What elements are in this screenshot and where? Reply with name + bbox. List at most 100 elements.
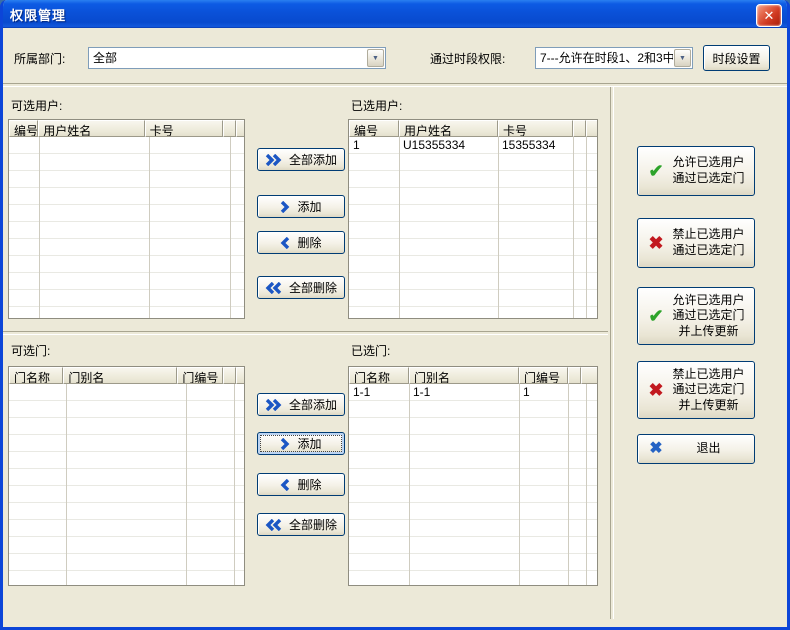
department-combobox[interactable]: 全部 ▼ xyxy=(88,47,386,69)
allow-users-upload-label: 允许已选用户通过已选定门 并上传更新 xyxy=(667,293,750,340)
allow-users-label: 允许已选用户通过已选定门 xyxy=(667,155,750,186)
permission-management-window: 权限管理 ✕ 所属部门: 全部 ▼ 通过时段权限: 7---允许在时段1、2和3… xyxy=(0,0,790,630)
add-label: 添加 xyxy=(297,435,321,452)
users-remove-all-button[interactable]: 全部删除 xyxy=(257,276,345,299)
column-header-filler xyxy=(581,367,597,384)
column-header[interactable]: 卡号 xyxy=(145,120,223,137)
available-doors-table[interactable]: 门名称 门别名 门编号 xyxy=(8,366,245,586)
column-header-filler xyxy=(236,120,244,137)
chevron-right-icon xyxy=(280,438,290,450)
top-divider xyxy=(3,83,787,87)
chevron-down-icon: ▼ xyxy=(372,55,379,62)
chevron-down-icon: ▼ xyxy=(679,55,686,62)
department-value: 全部 xyxy=(89,48,366,68)
table-body[interactable] xyxy=(9,137,244,318)
doors-add-all-button[interactable]: 全部添加 xyxy=(257,393,345,416)
column-header[interactable]: 门名称 xyxy=(9,367,63,384)
users-add-button[interactable]: 添加 xyxy=(257,195,345,218)
column-header[interactable]: 门别名 xyxy=(409,367,519,384)
remove-label: 删除 xyxy=(297,234,321,251)
column-header[interactable] xyxy=(223,367,236,384)
double-chevron-left-icon xyxy=(265,282,282,294)
column-header-filler xyxy=(236,367,244,384)
cross-icon: ✖ xyxy=(645,441,667,457)
exit-button[interactable]: ✖ 退出 xyxy=(637,434,755,464)
door-alias-cell: 1-1 xyxy=(409,384,519,401)
table-header[interactable]: 门名称 门别名 门编号 xyxy=(9,367,244,384)
chevron-left-icon xyxy=(280,237,290,249)
right-panel-divider xyxy=(610,87,614,619)
table-header[interactable]: 门名称 门别名 门编号 xyxy=(349,367,597,384)
sections-divider xyxy=(3,331,608,335)
close-button[interactable]: ✕ xyxy=(756,4,782,27)
table-header[interactable]: 编号 用户姓名 卡号 xyxy=(349,120,597,137)
cross-icon: ✖ xyxy=(645,234,667,252)
add-all-label: 全部添加 xyxy=(289,151,337,168)
cross-icon: ✖ xyxy=(645,381,667,399)
column-header[interactable]: 编号 xyxy=(9,120,38,137)
doors-add-button[interactable]: 添加 xyxy=(257,432,345,455)
allow-users-upload-button[interactable]: ✔ 允许已选用户通过已选定门 并上传更新 xyxy=(637,287,755,345)
close-icon: ✕ xyxy=(764,8,775,24)
available-users-label: 可选用户: xyxy=(11,97,62,114)
period-dropdown-button[interactable]: ▼ xyxy=(674,49,691,67)
period-settings-button[interactable]: 时段设置 xyxy=(703,45,770,71)
chevron-left-icon xyxy=(280,479,290,491)
column-header-filler xyxy=(586,120,597,137)
column-header[interactable] xyxy=(223,120,236,137)
remove-all-label: 全部删除 xyxy=(289,516,337,533)
available-users-table[interactable]: 编号 用户姓名 卡号 xyxy=(8,119,245,319)
period-permission-label: 通过时段权限: xyxy=(430,50,505,67)
doors-remove-all-button[interactable]: 全部删除 xyxy=(257,513,345,536)
column-header[interactable] xyxy=(568,367,581,384)
users-remove-button[interactable]: 删除 xyxy=(257,231,345,254)
user-card-cell: 15355334 xyxy=(498,137,573,154)
column-header[interactable]: 编号 xyxy=(349,120,399,137)
door-name-cell: 1-1 xyxy=(349,384,409,401)
double-chevron-right-icon xyxy=(265,154,282,166)
column-header[interactable]: 门名称 xyxy=(349,367,409,384)
doors-remove-button[interactable]: 删除 xyxy=(257,473,345,496)
deny-users-label: 禁止已选用户通过已选定门 xyxy=(667,227,750,258)
column-header[interactable]: 用户姓名 xyxy=(38,120,144,137)
column-header[interactable]: 门别名 xyxy=(63,367,177,384)
column-header[interactable]: 卡号 xyxy=(498,120,573,137)
door-number-cell: 1 xyxy=(519,384,568,401)
add-all-label: 全部添加 xyxy=(289,396,337,413)
available-doors-label: 可选门: xyxy=(11,342,50,359)
table-body[interactable]: 1-1 1-1 1 xyxy=(349,384,597,585)
check-icon: ✔ xyxy=(645,307,667,325)
table-row[interactable]: 1-1 1-1 1 xyxy=(349,384,597,401)
column-header[interactable]: 门编号 xyxy=(177,367,223,384)
table-header[interactable]: 编号 用户姓名 卡号 xyxy=(9,120,244,137)
selected-doors-table[interactable]: 门名称 门别名 门编号 1-1 1-1 1 xyxy=(348,366,598,586)
user-name-cell: U15355334 xyxy=(399,137,498,154)
double-chevron-right-icon xyxy=(265,399,282,411)
remove-all-label: 全部删除 xyxy=(289,279,337,296)
dialog-body: 所属部门: 全部 ▼ 通过时段权限: 7---允许在时段1、2和3中通过 ▼ 时… xyxy=(3,28,787,627)
table-body[interactable] xyxy=(9,384,244,585)
users-add-all-button[interactable]: 全部添加 xyxy=(257,148,345,171)
chevron-right-icon xyxy=(280,201,290,213)
remove-label: 删除 xyxy=(297,476,321,493)
allow-users-button[interactable]: ✔ 允许已选用户通过已选定门 xyxy=(637,146,755,196)
user-id-cell: 1 xyxy=(349,137,399,154)
department-dropdown-button[interactable]: ▼ xyxy=(367,49,384,67)
title-bar[interactable]: 权限管理 ✕ xyxy=(0,0,790,28)
selected-doors-label: 已选门: xyxy=(351,342,390,359)
column-header[interactable]: 门编号 xyxy=(519,367,568,384)
window-title: 权限管理 xyxy=(0,5,66,24)
table-row[interactable]: 1 U15355334 15355334 xyxy=(349,137,597,154)
column-header[interactable] xyxy=(573,120,586,137)
check-icon: ✔ xyxy=(645,162,667,180)
department-label: 所属部门: xyxy=(14,50,65,67)
deny-users-button[interactable]: ✖ 禁止已选用户通过已选定门 xyxy=(637,218,755,268)
table-body[interactable]: 1 U15355334 15355334 xyxy=(349,137,597,318)
selected-users-table[interactable]: 编号 用户姓名 卡号 1 U15355334 15355334 xyxy=(348,119,598,319)
period-permission-combobox[interactable]: 7---允许在时段1、2和3中通过 ▼ xyxy=(535,47,693,69)
deny-users-upload-label: 禁止已选用户通过已选定门并上传更新 xyxy=(667,367,750,414)
column-header[interactable]: 用户姓名 xyxy=(399,120,498,137)
exit-label: 退出 xyxy=(667,441,750,457)
deny-users-upload-button[interactable]: ✖ 禁止已选用户通过已选定门并上传更新 xyxy=(637,361,755,419)
period-permission-value: 7---允许在时段1、2和3中通过 xyxy=(536,48,673,68)
